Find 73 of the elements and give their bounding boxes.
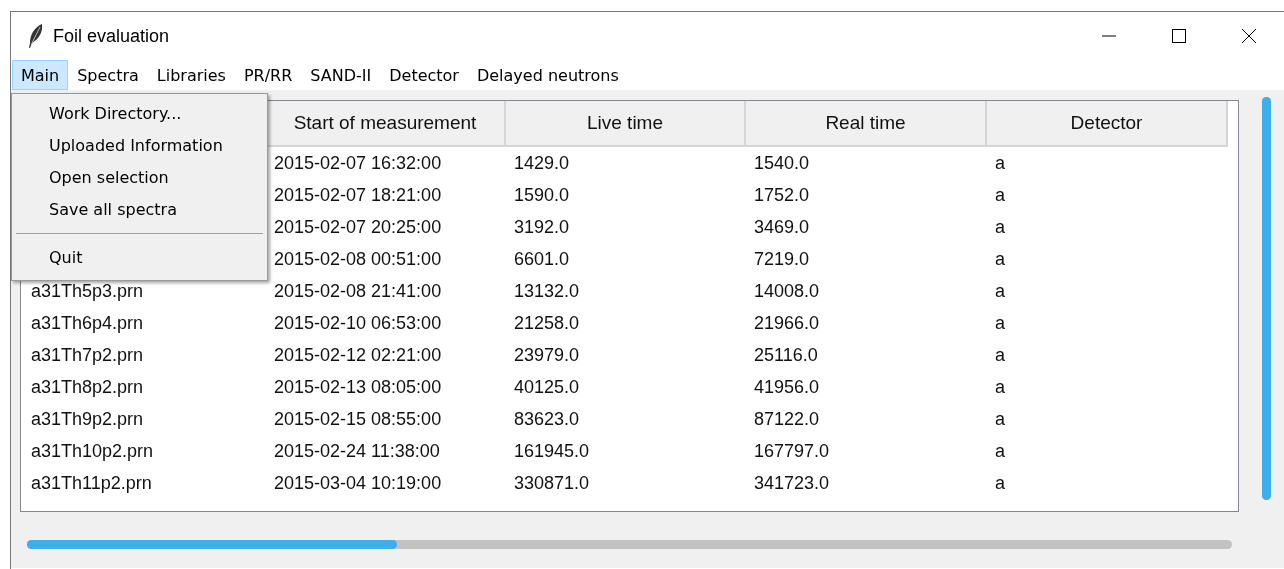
table-cell-text: a31Th7p2.prn: [30, 344, 145, 367]
table-cell-text: 2015-02-08 21:41:00: [273, 280, 443, 303]
table-cell-text: 2015-02-07 18:21:00: [273, 184, 443, 207]
table-cell-text: 41956.0: [753, 376, 821, 399]
table-cell-text: 21966.0: [753, 312, 821, 335]
menu-item[interactable]: Main: [12, 60, 69, 90]
close-icon[interactable]: [1241, 28, 1257, 44]
table-cell-text: 2015-02-15 08:55:00: [273, 408, 443, 431]
table-cell-text: 23979.0: [513, 344, 581, 367]
table-cell-text: 2015-02-24 11:38:00: [273, 440, 441, 463]
table-cell-text: a: [994, 408, 1006, 431]
table-cell-text: 2015-02-10 06:53:00: [273, 312, 443, 335]
table-cell-text: a: [994, 312, 1006, 335]
feather-icon: [27, 23, 45, 49]
table-cell-text: a: [994, 280, 1006, 303]
vertical-scrollbar[interactable]: [1262, 97, 1271, 500]
table-cell-text: a31Th10p2.prn: [30, 440, 155, 463]
table-cell-text: a: [994, 152, 1006, 175]
table-cell-text: 83623.0: [513, 408, 581, 431]
table-cell-text: 1540.0: [753, 152, 811, 175]
menu-item[interactable]: Spectra: [68, 60, 148, 90]
maximize-icon[interactable]: [1171, 28, 1187, 44]
column-header[interactable]: Detector: [987, 101, 1228, 147]
table-cell-text: a: [994, 216, 1006, 239]
table-cell-text: 2015-02-07 16:32:00: [273, 152, 443, 175]
menu-option[interactable]: Quit: [12, 242, 267, 274]
table-cell-text: a: [994, 184, 1006, 207]
table-cell-text: 3469.0: [753, 216, 811, 239]
menu-option[interactable]: Open selection: [12, 162, 267, 194]
table-cell-text: 2015-02-13 08:05:00: [273, 376, 443, 399]
window-title: Foil evaluation: [53, 25, 170, 47]
table-cell-text: 161945.0: [513, 440, 591, 463]
table-cell-text: 1752.0: [753, 184, 811, 207]
table-cell-text: a31Th8p2.prn: [30, 376, 145, 399]
table-cell-text: a31Th11p2.prn: [30, 472, 153, 495]
table-cell-text: a: [994, 376, 1006, 399]
table-cell-text: a31Th5p3.prn: [30, 280, 145, 303]
table-cell-text: 2015-03-04 10:19:00: [273, 472, 443, 495]
table-cell-text: 3192.0: [513, 216, 571, 239]
horizontal-scrollbar[interactable]: [27, 540, 1232, 549]
table-cell-text: 21258.0: [513, 312, 581, 335]
table-cell-text: a: [994, 472, 1006, 495]
table-cell-text: 13132.0: [513, 280, 581, 303]
menu-item[interactable]: Detector: [380, 60, 468, 90]
table-cell-text: a: [994, 440, 1006, 463]
table-cell-text: 2015-02-12 02:21:00: [273, 344, 443, 367]
table-cell-text: 25116.0: [753, 344, 819, 367]
menu-option[interactable]: Work Directory...: [12, 98, 267, 130]
table-cell-text: 14008.0: [753, 280, 821, 303]
table-cell-text: 40125.0: [513, 376, 581, 399]
column-header[interactable]: Live time: [506, 101, 746, 147]
menu-item[interactable]: Libraries: [147, 60, 235, 90]
table-cell-text: 7219.0: [753, 248, 811, 271]
column-header[interactable]: Start of measurement: [266, 101, 506, 147]
table-cell-text: 1590.0: [513, 184, 571, 207]
table-cell-text: 87122.0: [753, 408, 821, 431]
menu-item[interactable]: SAND-II: [301, 60, 381, 90]
table-cell-text: 167797.0: [753, 440, 831, 463]
menu-item[interactable]: Delayed neutrons: [467, 60, 628, 90]
menu-option[interactable]: Save all spectra: [12, 194, 267, 226]
table-cell-text: a: [994, 344, 1006, 367]
column-header[interactable]: Real time: [746, 101, 987, 147]
menu-item[interactable]: PR/RR: [234, 60, 302, 90]
menu-option[interactable]: Uploaded Information: [12, 130, 267, 162]
table-cell-text: 330871.0: [513, 472, 591, 495]
table-cell-text: 6601.0: [513, 248, 571, 271]
table-cell-text: 2015-02-07 20:25:00: [273, 216, 443, 239]
table-cell-text: 1429.0: [513, 152, 571, 175]
table-cell-text: a31Th9p2.prn: [30, 408, 145, 431]
table-cell-text: a31Th6p4.prn: [30, 312, 145, 335]
table-cell-text: 341723.0: [753, 472, 831, 495]
table-cell-text: 2015-02-08 00:51:00: [273, 248, 443, 271]
table-cell-text: a: [994, 248, 1006, 271]
